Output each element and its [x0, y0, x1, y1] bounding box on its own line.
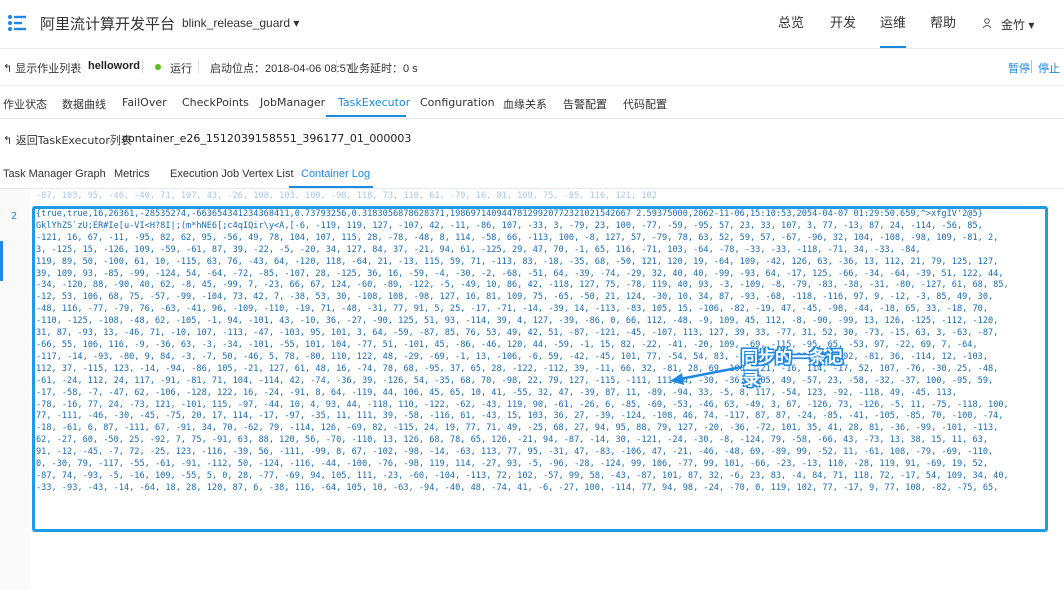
back-to-job-list-link[interactable]: ↰ 显示作业列表 [3, 60, 81, 76]
job-info-bar: ↰ 显示作业列表 helloword 运行 启动位点：2018-04-06 08… [0, 49, 1064, 86]
pause-button[interactable]: 暂停 [1008, 60, 1030, 76]
container-log-viewer[interactable]: 2 -87, 103, 95, -46, -40, 71, 107, 43, -… [0, 189, 1064, 590]
active-subtab-indicator [289, 186, 373, 188]
user-icon[interactable] [982, 18, 992, 29]
nav-help[interactable]: 帮助 [930, 0, 956, 48]
nav-operations[interactable]: 运维 [880, 0, 907, 48]
project-selector[interactable]: blink_release_guard ▾ [182, 16, 299, 30]
brand-title: 阿里流计算开发平台 [40, 15, 176, 33]
annotation-label: 同步的一条记 录 [741, 348, 843, 390]
tab-task-manager-graph[interactable]: Task Manager Graph [3, 168, 106, 180]
tab-configuration[interactable]: Configuration [420, 96, 495, 109]
platform-logo-icon[interactable] [6, 12, 28, 34]
status-dot [155, 64, 161, 70]
line-number: 2 [11, 211, 18, 222]
nav-develop[interactable]: 开发 [830, 0, 856, 48]
user-menu[interactable]: 金竹 ▾ [1001, 16, 1034, 33]
tab-jobmanager[interactable]: JobManager [260, 96, 325, 109]
top-header: 阿里流计算开发平台 blink_release_guard ▾ 总览 开发 运维… [0, 0, 1064, 49]
start-position: 启动位点：2018-04-06 08:57 [210, 63, 352, 75]
job-tabs: 作业状态 数据曲线 FailOver CheckPoints JobManage… [0, 86, 1064, 119]
gutter-marker [0, 241, 3, 281]
tab-taskexecutor[interactable]: TaskExecutor [338, 96, 410, 109]
breadcrumb-divider: / [110, 132, 114, 145]
tab-code-config[interactable]: 代码配置 [623, 96, 667, 112]
container-id: container_e26_1512039158551_396177_01_00… [122, 132, 412, 145]
tab-checkpoints[interactable]: CheckPoints [182, 96, 249, 109]
container-tabs: Task Manager Graph Metrics Execution Job… [0, 158, 1064, 189]
log-line-faded: -87, 103, 95, -46, -40, 71, 107, 43, -26… [36, 191, 657, 201]
business-delay: 业务延时：0 s [348, 63, 418, 75]
tab-data-curve[interactable]: 数据曲线 [62, 96, 106, 112]
nav-overview[interactable]: 总览 [778, 0, 804, 48]
record-highlight-box [32, 206, 1048, 532]
active-tab-indicator [326, 115, 406, 117]
tab-execution-job-vertex-list[interactable]: Execution Job Vertex List [170, 168, 294, 180]
tab-alert-config[interactable]: 告警配置 [563, 96, 607, 112]
annotation-arrow-icon [670, 365, 743, 385]
job-name: helloword [88, 60, 140, 72]
stop-button[interactable]: 停止 [1038, 60, 1060, 76]
status-badge: 运行 [170, 63, 192, 75]
tab-failover[interactable]: FailOver [122, 96, 167, 109]
line-gutter [0, 189, 30, 590]
tab-lineage[interactable]: 血缘关系 [503, 96, 547, 112]
tab-container-log[interactable]: Container Log [301, 168, 370, 180]
tab-metrics[interactable]: Metrics [114, 168, 149, 180]
tab-job-status[interactable]: 作业状态 [3, 96, 47, 112]
